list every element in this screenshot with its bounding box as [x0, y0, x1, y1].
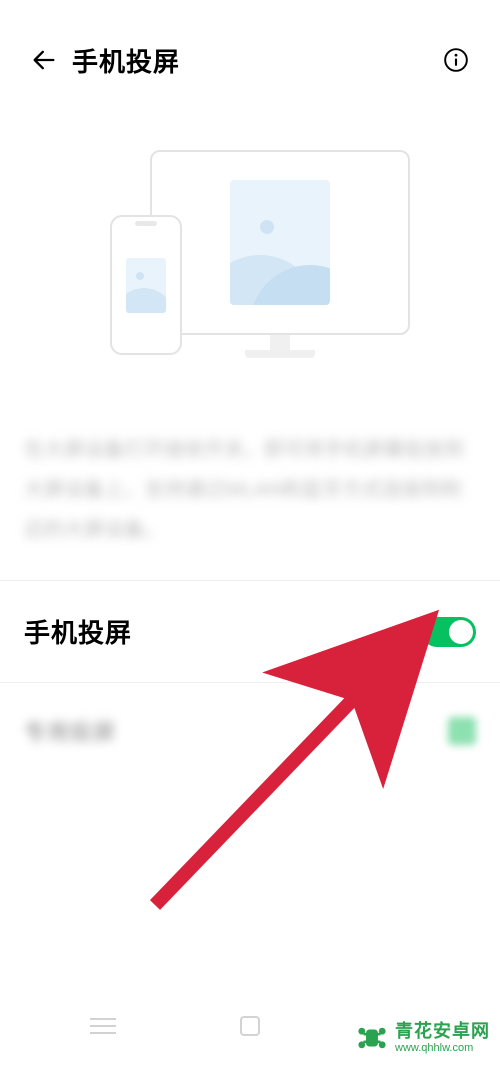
monitor-illustration: [150, 150, 410, 335]
screen-mirror-toggle[interactable]: [422, 617, 476, 647]
toggle-knob: [449, 620, 473, 644]
menu-icon: [90, 1018, 116, 1034]
info-icon: [443, 47, 469, 73]
setting-row-secondary: 专用投屏: [0, 683, 500, 779]
arrow-left-icon: [30, 46, 58, 74]
back-button[interactable]: [24, 40, 64, 80]
description-text: 在大屏设备打开接收开关，即可将手机屏幕投放到大屏设备上，支持通过WLAN和蓝牙方…: [0, 400, 500, 580]
square-icon: [240, 1016, 260, 1036]
watermark-title: 青花安卓网: [395, 1022, 490, 1042]
setting-label: 手机投屏: [24, 613, 132, 650]
page-title: 手机投屏: [72, 42, 180, 79]
android-logo-icon: [355, 1021, 389, 1055]
watermark-url: www.qhhlw.com: [395, 1042, 490, 1054]
illustration: [0, 100, 500, 400]
phone-illustration: [110, 215, 182, 355]
home-button[interactable]: [235, 1011, 265, 1041]
header: 手机投屏: [0, 0, 500, 100]
info-button[interactable]: [436, 40, 476, 80]
setting-row-screen-mirror: 手机投屏: [0, 581, 500, 682]
recents-button[interactable]: [88, 1011, 118, 1041]
setting-label-secondary: 专用投屏: [24, 715, 116, 747]
watermark: 青花安卓网 www.qhhlw.com: [355, 1021, 490, 1055]
check-icon[interactable]: [448, 717, 476, 745]
